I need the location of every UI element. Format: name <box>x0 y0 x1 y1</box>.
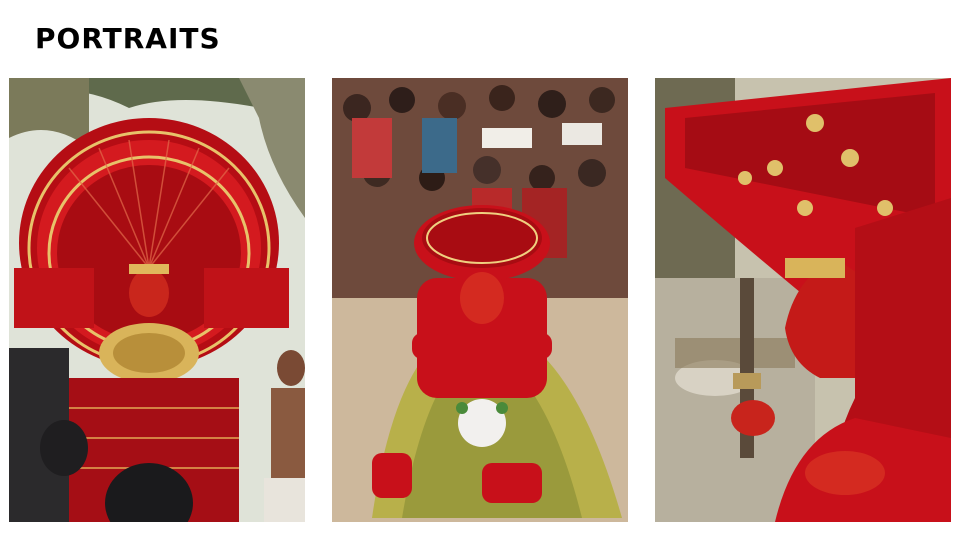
portrait-image-3 <box>655 78 951 522</box>
page-title: PORTRAITS <box>35 22 221 55</box>
portrait-image-1 <box>9 78 305 522</box>
portrait-photo-headdress <box>9 78 305 522</box>
portrait-image-2 <box>332 78 628 522</box>
portrait-photo-profile <box>655 78 951 522</box>
portrait-photo-grass-costume <box>332 78 628 522</box>
